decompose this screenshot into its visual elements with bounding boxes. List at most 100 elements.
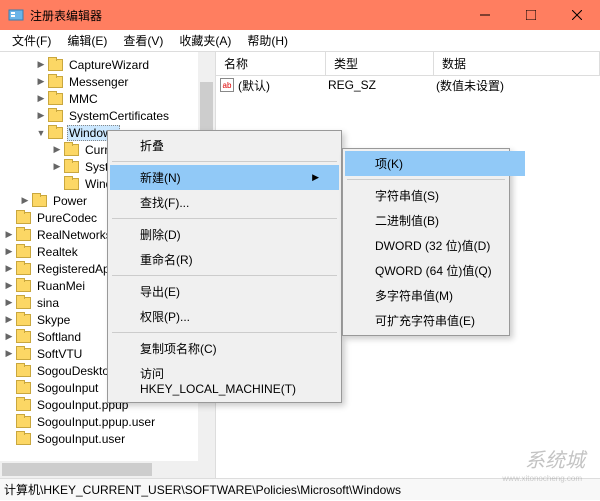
- tree-item-label: SogouInput.ppup.user: [35, 415, 157, 429]
- col-header-data[interactable]: 数据: [434, 52, 600, 75]
- context-menu-new: 项(K)字符串值(S)二进制值(B)DWORD (32 位)值(D)QWORD …: [342, 148, 510, 336]
- ctx-sub-item[interactable]: DWORD (32 位)值(D): [345, 233, 525, 258]
- ctx-sub-item[interactable]: 可扩充字符串值(E): [345, 308, 525, 333]
- row-name: (默认): [238, 77, 328, 94]
- menubar: 文件(F) 编辑(E) 查看(V) 收藏夹(A) 帮助(H): [0, 30, 600, 52]
- regedit-icon: [8, 7, 24, 23]
- chevron-right-icon[interactable]: ▶: [34, 93, 48, 104]
- menu-item-label: 字符串值(S): [375, 187, 439, 204]
- folder-icon: [48, 59, 63, 71]
- menu-item-label: DWORD (32 位)值(D): [375, 237, 490, 254]
- chevron-right-icon[interactable]: ▶: [2, 263, 16, 274]
- tree-item-label: Power: [51, 194, 89, 208]
- window-title: 注册表编辑器: [30, 7, 462, 24]
- context-menu-main: 折叠新建(N) ▶ 查找(F)... 删除(D) 重命名(R) 导出(E) 权限(P)...…: [107, 130, 342, 403]
- close-button[interactable]: [554, 0, 600, 30]
- menu-item-label: QWORD (64 位)值(Q): [375, 262, 492, 279]
- folder-icon: [64, 178, 79, 190]
- ctx-main-item[interactable]: 查找(F)...: [110, 190, 339, 215]
- menu-item-label: 重命名(R): [140, 251, 193, 268]
- tree-item[interactable]: ▶ CaptureWizard: [0, 56, 215, 73]
- menu-edit[interactable]: 编辑(E): [59, 30, 115, 51]
- folder-icon: [16, 297, 31, 309]
- menu-item-label: 复制项名称(C): [140, 340, 217, 357]
- ctx-sub-item[interactable]: 多字符串值(M): [345, 283, 525, 308]
- ctx-main-item[interactable]: 导出(E): [110, 279, 339, 304]
- chevron-right-icon[interactable]: ▶: [2, 331, 16, 342]
- folder-icon: [64, 161, 79, 173]
- ctx-main-item[interactable]: 复制项名称(C): [110, 336, 339, 361]
- menu-item-label: 折叠: [140, 137, 164, 154]
- ctx-main-item[interactable]: 访问 HKEY_LOCAL_MACHINE(T): [110, 361, 339, 400]
- chevron-right-icon[interactable]: ▶: [18, 195, 32, 206]
- menu-item-label: 新建(N): [140, 169, 181, 186]
- ctx-main-item[interactable]: 重命名(R): [110, 247, 339, 272]
- list-row[interactable]: ab(默认)REG_SZ(数值未设置): [216, 76, 600, 94]
- maximize-button[interactable]: [508, 0, 554, 30]
- chevron-right-icon: ▶: [312, 172, 319, 183]
- ctx-main-item[interactable]: 折叠: [110, 133, 339, 158]
- window-controls: [462, 0, 600, 30]
- row-type: REG_SZ: [328, 78, 436, 92]
- folder-icon: [16, 229, 31, 241]
- menu-file[interactable]: 文件(F): [4, 30, 59, 51]
- menu-item-label: 权限(P)...: [140, 308, 190, 325]
- folder-icon: [16, 331, 31, 343]
- chevron-right-icon[interactable]: ▶: [2, 246, 16, 257]
- statusbar-path: 计算机\HKEY_CURRENT_USER\SOFTWARE\Policies\…: [4, 481, 401, 498]
- folder-icon: [16, 382, 31, 394]
- tree-item-label: SogouInput.user: [35, 432, 127, 446]
- tree-item-label: RuanMei: [35, 279, 87, 293]
- menu-separator: [112, 275, 337, 276]
- folder-icon: [16, 348, 31, 360]
- tree-item-label: PureCodec: [35, 211, 99, 225]
- menu-separator: [112, 161, 337, 162]
- menu-view[interactable]: 查看(V): [115, 30, 171, 51]
- folder-icon: [64, 144, 79, 156]
- tree-item-label: Softland: [35, 330, 83, 344]
- chevron-right-icon[interactable]: ▶: [34, 76, 48, 87]
- tree-item-label: SystemCertificates: [67, 109, 171, 123]
- chevron-right-icon[interactable]: ▶: [2, 348, 16, 359]
- menu-help[interactable]: 帮助(H): [239, 30, 296, 51]
- chevron-down-icon[interactable]: ▼: [34, 128, 48, 138]
- chevron-right-icon[interactable]: ▶: [2, 229, 16, 240]
- menu-item-label: 项(K): [375, 155, 403, 172]
- ctx-main-item[interactable]: 权限(P)...: [110, 304, 339, 329]
- chevron-right-icon[interactable]: ▶: [50, 144, 64, 155]
- folder-icon: [16, 416, 31, 428]
- tree-item[interactable]: ▶Messenger: [0, 73, 215, 90]
- titlebar: 注册表编辑器: [0, 0, 600, 30]
- chevron-right-icon[interactable]: ▶: [2, 297, 16, 308]
- tree-scrollbar-h[interactable]: [0, 461, 198, 478]
- menu-favorites[interactable]: 收藏夹(A): [171, 30, 239, 51]
- ctx-sub-item[interactable]: 项(K): [345, 151, 525, 176]
- tree-item-label: Realtek: [35, 245, 80, 259]
- chevron-right-icon[interactable]: ▶: [34, 59, 48, 70]
- chevron-right-icon[interactable]: ▶: [34, 110, 48, 121]
- tree-item[interactable]: ▶SogouInput.ppup.user: [0, 413, 215, 430]
- tree-item[interactable]: ▶ SystemCertificates: [0, 107, 215, 124]
- chevron-right-icon[interactable]: ▶: [50, 161, 64, 172]
- ctx-sub-item[interactable]: 字符串值(S): [345, 183, 525, 208]
- ctx-main-item[interactable]: 新建(N) ▶: [110, 165, 339, 190]
- folder-icon: [16, 365, 31, 377]
- ctx-main-item[interactable]: 删除(D): [110, 222, 339, 247]
- tree-item-label: SoftVTU: [35, 347, 84, 361]
- menu-item-label: 导出(E): [140, 283, 180, 300]
- folder-icon: [32, 195, 47, 207]
- tree-item[interactable]: ▶MMC: [0, 90, 215, 107]
- chevron-right-icon[interactable]: ▶: [2, 280, 16, 291]
- folder-icon: [16, 246, 31, 258]
- ctx-sub-item[interactable]: QWORD (64 位)值(Q): [345, 258, 525, 283]
- col-header-type[interactable]: 类型: [326, 52, 434, 75]
- col-header-name[interactable]: 名称: [216, 52, 326, 75]
- chevron-right-icon[interactable]: ▶: [2, 314, 16, 325]
- folder-icon: [16, 314, 31, 326]
- ctx-sub-item[interactable]: 二进制值(B): [345, 208, 525, 233]
- tree-item-label: CaptureWizard: [67, 58, 151, 72]
- folder-icon: [16, 212, 31, 224]
- tree-item[interactable]: ▶SogouInput.user: [0, 430, 215, 447]
- folder-icon: [48, 127, 63, 139]
- minimize-button[interactable]: [462, 0, 508, 30]
